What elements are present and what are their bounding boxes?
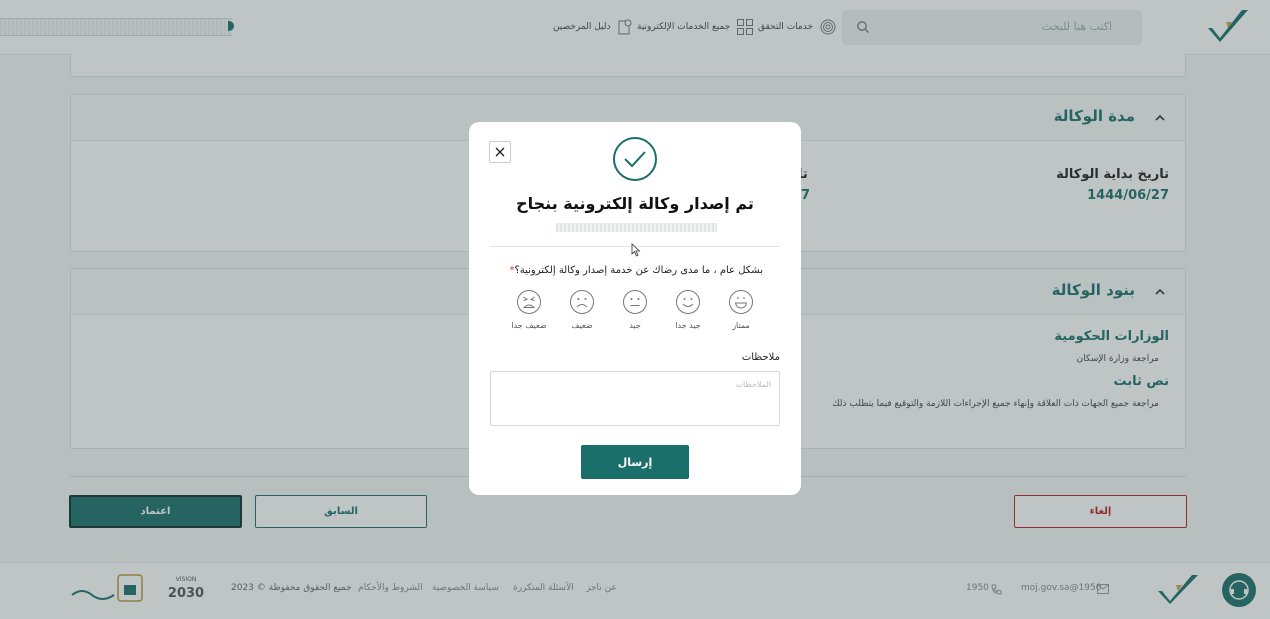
notes-label: ملاحظات [741, 352, 780, 363]
angry-face-icon [517, 290, 541, 314]
success-check-icon [613, 137, 657, 181]
neutral-face-icon [623, 290, 647, 314]
rating-very-good[interactable]: جيد جدا [668, 289, 708, 330]
rating-very-weak[interactable]: ضعيف جدا [509, 289, 549, 330]
rating-excellent[interactable]: ممتاز [721, 289, 761, 330]
reference-number-redacted [556, 223, 717, 232]
rating-label: ممتاز [732, 321, 750, 330]
close-button[interactable] [489, 141, 511, 163]
rating-label: جيد جدا [675, 321, 701, 330]
rating-label: ضعيف [571, 321, 593, 330]
notes-textarea[interactable] [490, 371, 780, 426]
mouse-cursor-icon [631, 243, 641, 257]
satisfaction-question: بشكل عام ، ما مدى رضاك عن خدمة إصدار وكا… [509, 265, 763, 276]
very-happy-face-icon [729, 290, 753, 314]
rating-good[interactable]: جيد [615, 289, 655, 330]
rating-label: ضعيف جدا [511, 321, 547, 330]
close-icon [495, 147, 505, 157]
send-button[interactable]: إرسال [581, 445, 689, 479]
sad-face-icon [570, 290, 594, 314]
smile-face-icon [676, 290, 700, 314]
success-dialog: تم إصدار وكالة إلكترونية بنجاح بشكل عام … [469, 122, 801, 495]
rating-label: جيد [629, 321, 641, 330]
dialog-title: تم إصدار وكالة إلكترونية بنجاح [516, 194, 754, 213]
rating-weak[interactable]: ضعيف [562, 289, 602, 330]
question-text: بشكل عام ، ما مدى رضاك عن خدمة إصدار وكا… [514, 265, 763, 276]
